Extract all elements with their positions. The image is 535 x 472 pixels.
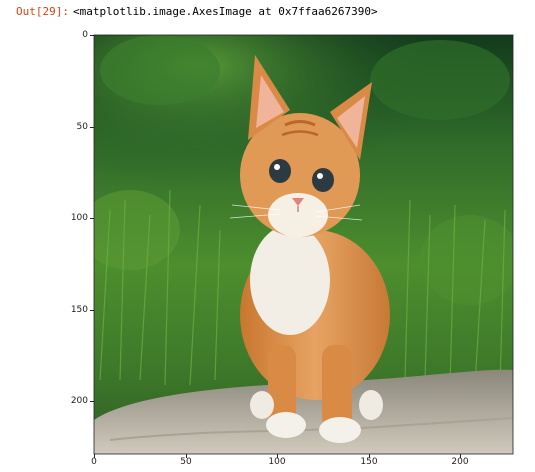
y-tick-label: 100	[70, 213, 88, 223]
y-tick-label: 50	[76, 122, 88, 132]
y-tick-label: 200	[70, 396, 88, 406]
x-tick-label: 0	[91, 457, 97, 467]
kitten-image	[94, 35, 513, 454]
y-tick-mark	[90, 35, 94, 36]
y-tick-mark	[90, 218, 94, 219]
x-tick-label: 50	[180, 457, 192, 467]
x-tick-label: 200	[451, 457, 469, 467]
x-tick-label: 150	[360, 457, 378, 467]
matplotlib-figure: 0 50 100 150 200 0 50 100 150 200	[0, 0, 535, 472]
x-tick-label: 100	[268, 457, 286, 467]
y-tick-mark	[90, 310, 94, 311]
y-tick-label: 0	[82, 30, 88, 40]
y-tick-mark	[90, 401, 94, 402]
y-tick-label: 150	[70, 305, 88, 315]
y-tick-mark	[90, 127, 94, 128]
